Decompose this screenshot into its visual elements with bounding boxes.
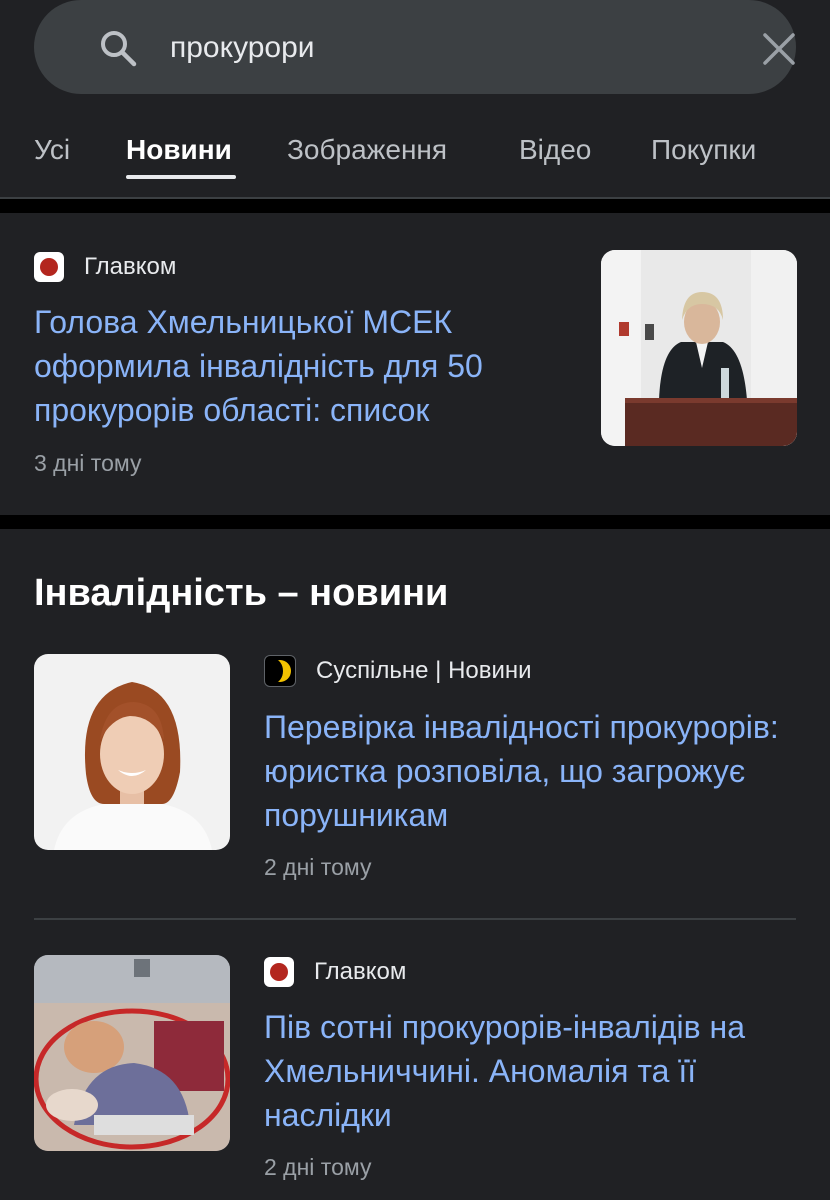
thumbnail-image	[601, 250, 797, 446]
thumbnail-image	[34, 654, 230, 850]
glavkom-favicon-icon	[34, 252, 64, 282]
suspilne-favicon-icon	[264, 655, 296, 687]
news-thumbnail[interactable]	[601, 250, 797, 446]
divider	[34, 918, 796, 920]
tab-images[interactable]: Зображення	[287, 130, 447, 170]
news-thumbnail[interactable]	[34, 654, 230, 850]
search-icon[interactable]	[98, 28, 138, 68]
news-card[interactable]: Главком Голова Хмельницької МСЕК оформил…	[0, 213, 830, 515]
active-tab-indicator	[126, 175, 236, 179]
source-name: Главком	[84, 253, 177, 280]
source-row: Суспільне | Новини	[264, 654, 532, 688]
tab-shopping[interactable]: Покупки	[651, 130, 756, 170]
glavkom-favicon-icon	[264, 957, 294, 987]
news-thumbnail[interactable]	[34, 955, 230, 1151]
headline-link[interactable]: Пів сотні прокурорів-інвалідів на Хмельн…	[264, 1005, 804, 1137]
search-header: прокурори Усі Новини Зображення Відео По…	[0, 0, 830, 197]
source-name: Суспільне | Новини	[316, 657, 532, 684]
tab-news[interactable]: Новини	[126, 130, 232, 170]
tab-video[interactable]: Відео	[519, 130, 591, 170]
timestamp: 3 дні тому	[34, 450, 142, 476]
search-tabs: Усі Новини Зображення Відео Покупки	[0, 130, 830, 180]
headline-link[interactable]: Голова Хмельницької МСЕК оформила інвалі…	[34, 300, 554, 432]
timestamp: 2 дні тому	[264, 854, 372, 880]
close-icon[interactable]	[758, 28, 800, 70]
headline-link[interactable]: Перевірка інвалідності прокурорів: юрист…	[264, 705, 804, 837]
source-row: Главком	[264, 955, 406, 989]
section-gap	[0, 515, 830, 529]
section-title: Інвалідність – новини	[34, 572, 449, 614]
source-name: Главком	[314, 958, 407, 985]
timestamp: 2 дні тому	[264, 1154, 372, 1180]
search-query[interactable]: прокурори	[170, 28, 315, 68]
tab-all[interactable]: Усі	[34, 130, 70, 170]
search-bar[interactable]: прокурори	[34, 0, 796, 94]
thumbnail-image	[34, 955, 230, 1151]
section-gap	[0, 199, 830, 213]
search-results-page: прокурори Усі Новини Зображення Відео По…	[0, 0, 830, 1200]
source-row: Главком	[34, 250, 176, 284]
